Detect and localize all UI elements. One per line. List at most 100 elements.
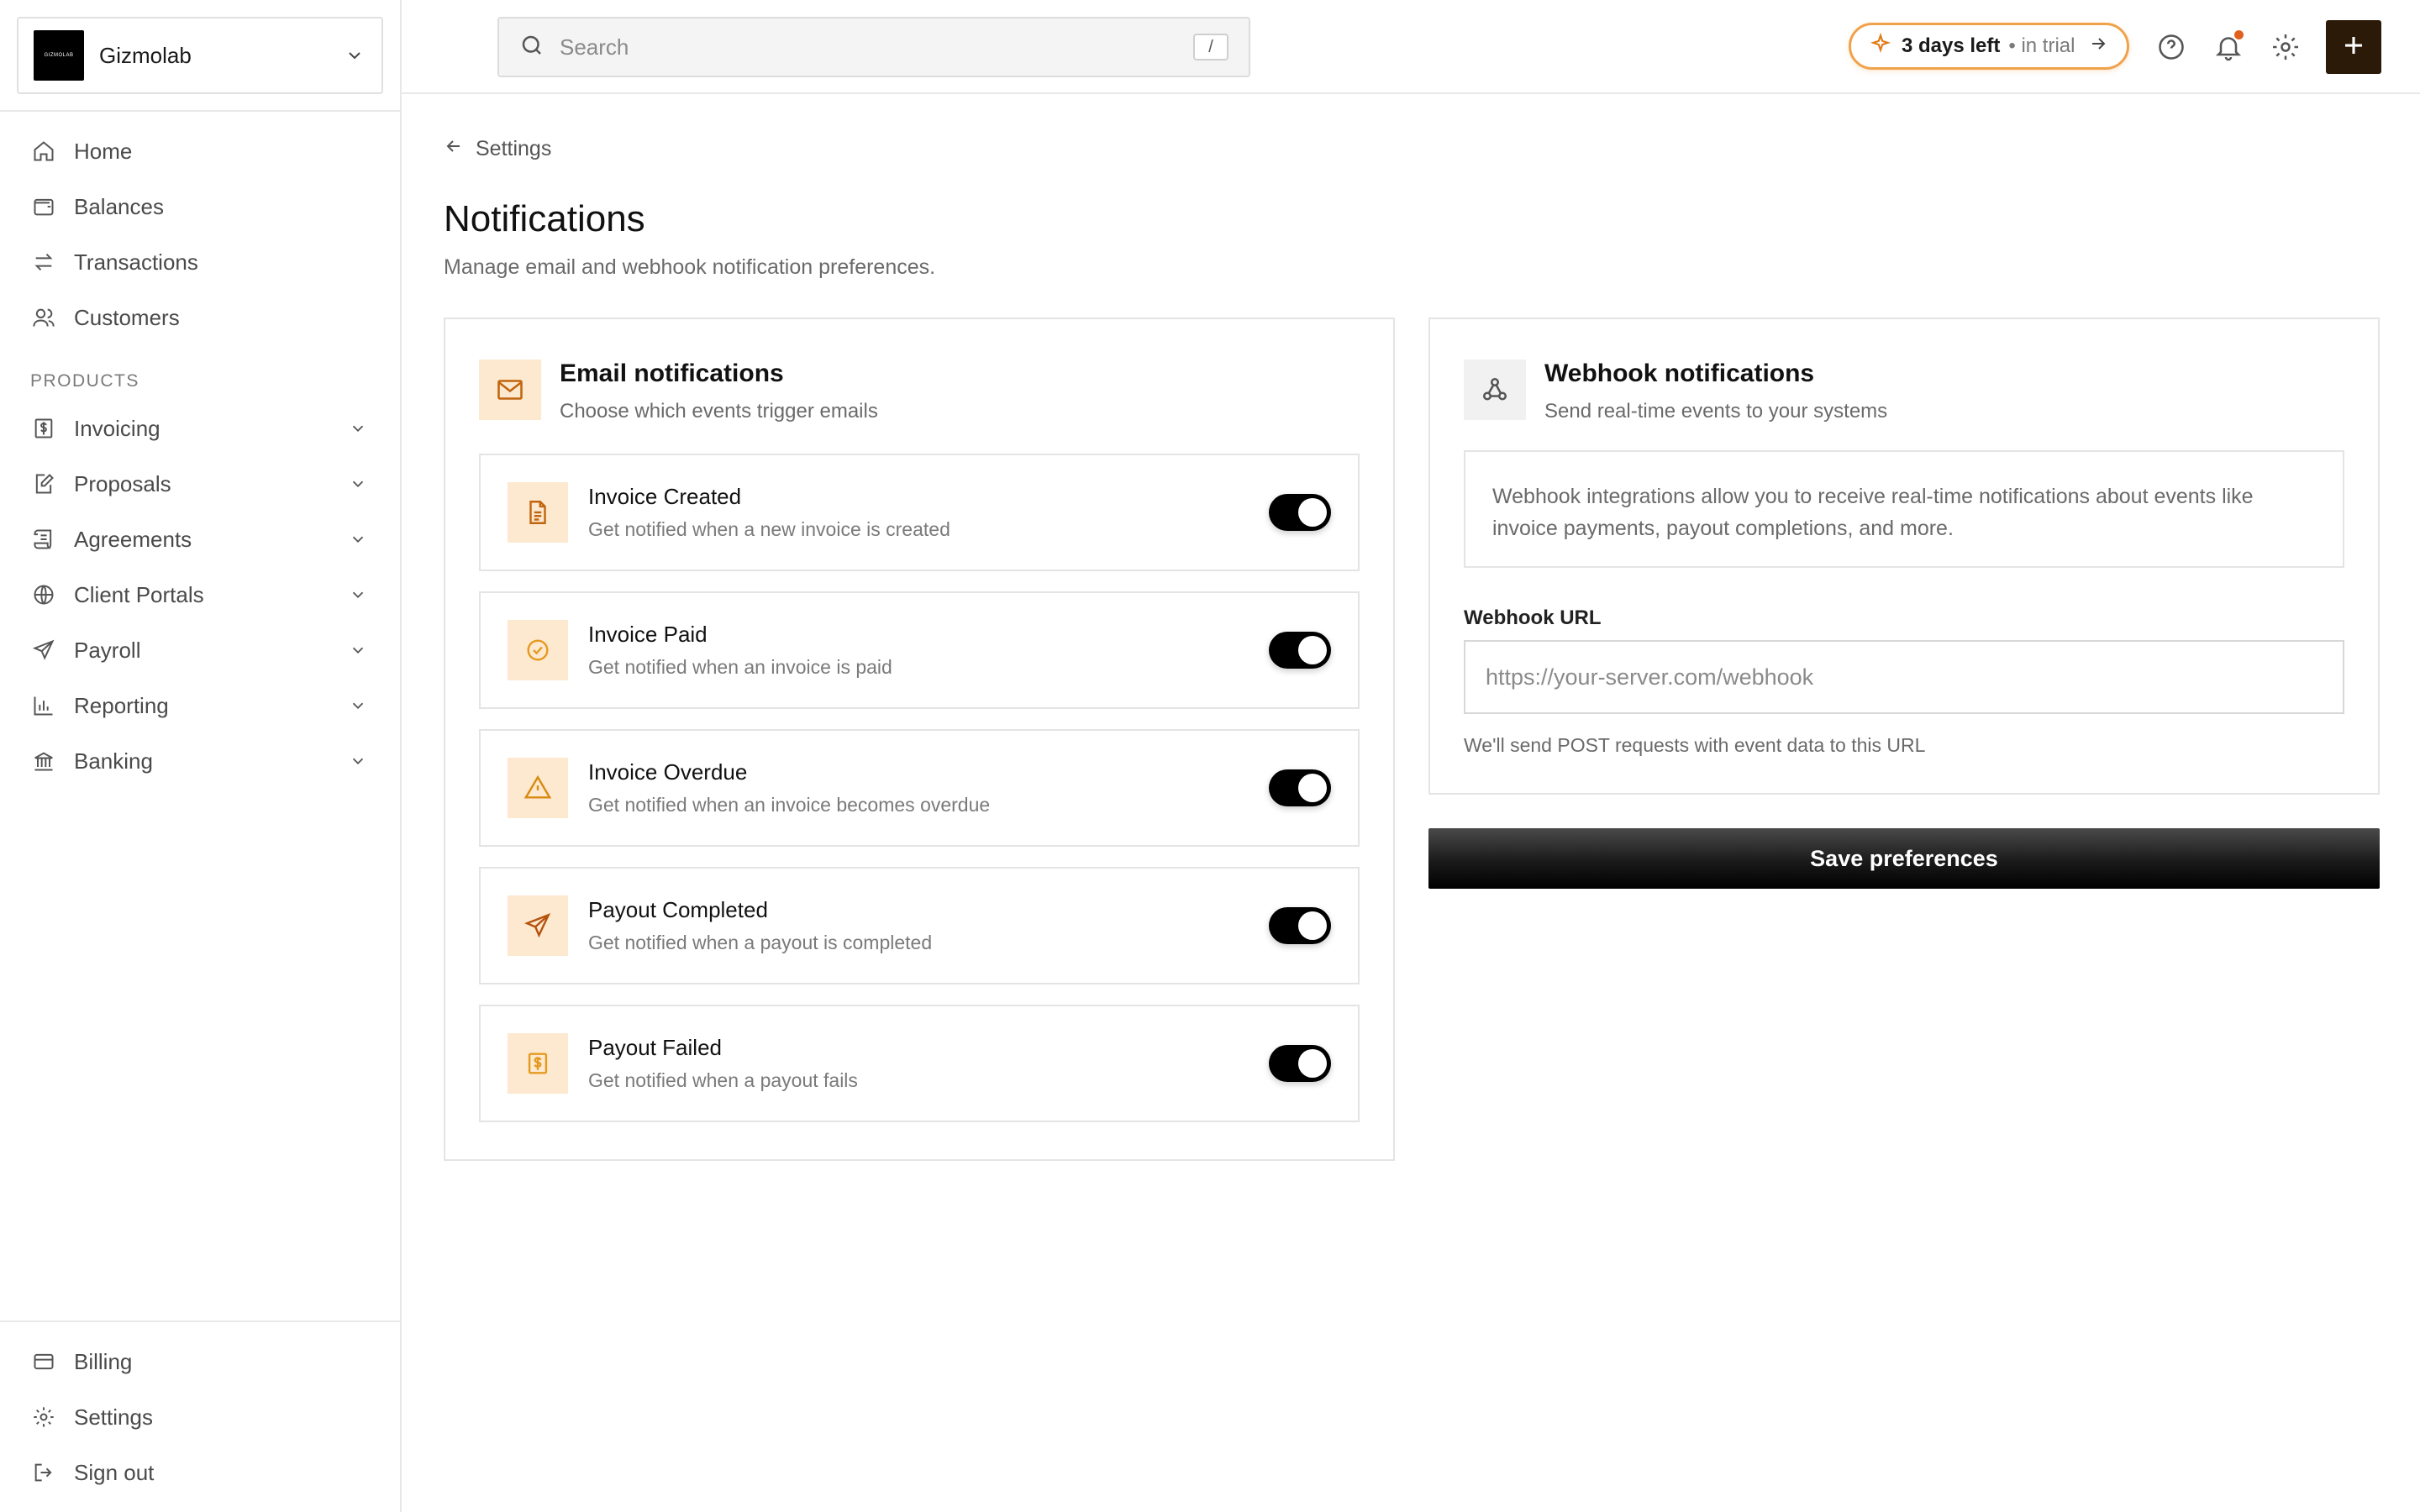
notification-description: Get notified when a new invoice is creat…: [588, 518, 950, 540]
card-icon: [30, 1348, 57, 1375]
send-icon: [30, 637, 57, 664]
email-card-header: Email notifications Choose which events …: [479, 360, 878, 423]
sidebar-item-proposals[interactable]: Proposals: [0, 456, 400, 512]
notification-title: Invoice Created: [588, 484, 742, 509]
sidebar-item-sign-out[interactable]: Sign out: [0, 1445, 400, 1500]
notification-description: Get notified when an invoice becomes ove…: [588, 794, 991, 816]
sidebar-item-label: Client Portals: [74, 581, 204, 607]
webhook-url-label: Webhook URL: [1464, 606, 1602, 629]
sidebar-item-reporting[interactable]: Reporting: [0, 678, 400, 733]
toggle-knob: [1298, 1049, 1327, 1078]
sidebar-item-label: Proposals: [74, 470, 171, 496]
bar-chart-icon: [30, 692, 57, 719]
webhook-card-title: Webhook notifications: [1544, 360, 1815, 387]
sidebar-item-billing[interactable]: Billing: [0, 1334, 400, 1389]
send-icon: [508, 895, 568, 956]
email-card-title: Email notifications: [560, 360, 784, 387]
invoice-overdue-toggle[interactable]: [1269, 769, 1331, 806]
webhook-card-header: Webhook notifications Send real-time eve…: [1464, 360, 1887, 423]
gear-icon[interactable]: [2267, 29, 2304, 66]
webhook-notifications-card: Webhook notifications Send real-time eve…: [1428, 318, 2380, 795]
sidebar-item-label: Banking: [74, 748, 153, 774]
bell-icon[interactable]: [2210, 29, 2247, 66]
search-input[interactable]: Search: [560, 34, 1193, 60]
check-circle-icon: [508, 620, 568, 680]
webhook-url-input[interactable]: [1464, 640, 2344, 714]
sidebar-divider: [0, 110, 400, 112]
mail-icon: [479, 360, 541, 420]
notification-dot: [2234, 30, 2244, 39]
trial-suffix: • in trial: [2008, 34, 2075, 57]
breadcrumb[interactable]: Settings: [444, 136, 551, 162]
notification-item-invoice-created: Invoice Created Get notified when a new …: [479, 454, 1360, 571]
home-icon: [30, 138, 57, 165]
notification-title: Invoice Paid: [588, 622, 708, 647]
create-button[interactable]: [2326, 20, 2381, 74]
plus-icon: [2341, 33, 2366, 62]
edit-doc-icon: [30, 470, 57, 497]
chevron-down-icon: [346, 583, 370, 606]
chevron-down-icon: [346, 472, 370, 496]
sidebar-item-agreements[interactable]: Agreements: [0, 512, 400, 567]
sidebar-item-payroll[interactable]: Payroll: [0, 622, 400, 678]
arrow-left-icon: [444, 136, 464, 162]
notification-title: Payout Completed: [588, 897, 768, 922]
sidebar-item-settings[interactable]: Settings: [0, 1389, 400, 1445]
globe-icon: [30, 581, 57, 608]
payout-completed-toggle[interactable]: [1269, 907, 1331, 944]
sidebar-item-label: Balances: [74, 193, 164, 219]
dollar-doc-icon: [30, 415, 57, 442]
sidebar-item-client-portals[interactable]: Client Portals: [0, 567, 400, 622]
notification-title: Invoice Overdue: [588, 759, 748, 785]
products-section-label: PRODUCTS: [30, 371, 139, 391]
notification-item-invoice-paid: Invoice Paid Get notified when an invoic…: [479, 591, 1360, 709]
dollar-alert-icon: [508, 1033, 568, 1094]
warning-icon: [508, 758, 568, 818]
arrow-right-icon: [2088, 34, 2108, 60]
org-switcher[interactable]: GIZMOLAB Gizmolab: [17, 17, 383, 94]
org-logo: GIZMOLAB: [34, 30, 84, 81]
trial-badge[interactable]: 3 days left • in trial: [1849, 23, 2129, 70]
transfer-icon: [30, 249, 57, 276]
email-notifications-card: Email notifications Choose which events …: [444, 318, 1395, 1161]
chevron-down-icon: [346, 694, 370, 717]
invoice-created-toggle[interactable]: [1269, 494, 1331, 531]
invoice-paid-toggle[interactable]: [1269, 632, 1331, 669]
main-content: Settings Notifications Manage email and …: [402, 94, 2420, 1512]
users-icon: [30, 304, 57, 331]
page-title: Notifications: [444, 198, 645, 239]
toggle-knob: [1298, 498, 1327, 527]
sidebar-item-label: Agreements: [74, 526, 192, 552]
trial-days: 3 days left: [1902, 34, 2001, 57]
sidebar-item-home[interactable]: Home: [0, 123, 400, 179]
payout-failed-toggle[interactable]: [1269, 1045, 1331, 1082]
sidebar: GIZMOLAB Gizmolab Home Balances Transact…: [0, 0, 402, 1512]
org-name: Gizmolab: [99, 42, 192, 68]
sidebar-item-customers[interactable]: Customers: [0, 290, 400, 345]
sidebar-item-invoicing[interactable]: Invoicing: [0, 401, 400, 456]
sidebar-item-label: Home: [74, 138, 133, 164]
main-nav: Home Balances Transactions Customers: [0, 123, 400, 345]
email-card-subtitle: Choose which events trigger emails: [560, 400, 878, 423]
notification-description: Get notified when a payout is completed: [588, 932, 933, 953]
sidebar-item-label: Settings: [74, 1404, 153, 1430]
sidebar-item-transactions[interactable]: Transactions: [0, 234, 400, 290]
help-icon[interactable]: [2153, 29, 2190, 66]
sidebar-item-label: Billing: [74, 1348, 133, 1374]
webhook-url-help: We'll send POST requests with event data…: [1464, 734, 1926, 756]
chevron-down-icon: [343, 44, 366, 67]
sidebar-item-balances[interactable]: Balances: [0, 179, 400, 234]
notification-item-payout-completed: Payout Completed Get notified when a pay…: [479, 867, 1360, 984]
notification-item-invoice-overdue: Invoice Overdue Get notified when an inv…: [479, 729, 1360, 847]
toggle-knob: [1298, 636, 1327, 664]
save-preferences-button[interactable]: Save preferences: [1428, 828, 2380, 889]
search-icon: [519, 33, 544, 62]
search-bar[interactable]: Search /: [497, 17, 1250, 77]
breadcrumb-label: Settings: [476, 137, 552, 160]
search-shortcut-badge: /: [1193, 34, 1228, 60]
bottom-nav: Billing Settings Sign out: [0, 1334, 400, 1500]
bank-icon: [30, 748, 57, 774]
sidebar-item-banking[interactable]: Banking: [0, 733, 400, 789]
sign-out-icon: [30, 1459, 57, 1486]
webhook-icon: [1464, 360, 1526, 420]
